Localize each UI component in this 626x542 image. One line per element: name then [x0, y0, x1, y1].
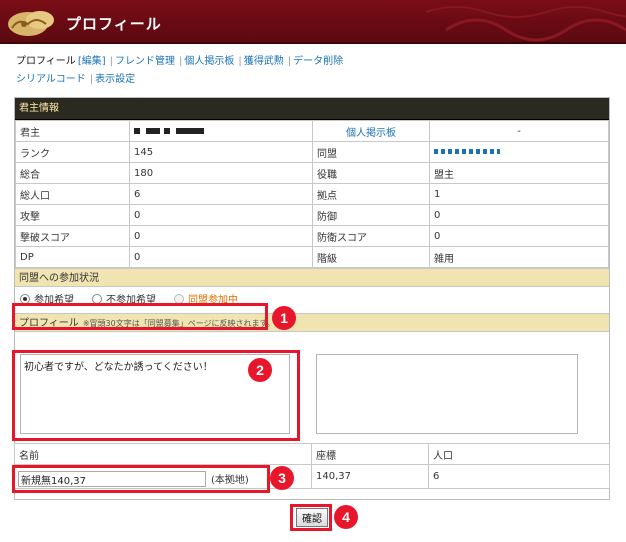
- base-pop-header: 人口: [428, 443, 610, 465]
- stat-label: DP: [15, 246, 130, 268]
- table-row: ランク 145 同盟: [15, 141, 609, 163]
- lord-info-table: 君主 個人掲示板 - ランク 145 同盟 総合 180 役職 盟主 総人口 6…: [15, 120, 609, 268]
- lord-label: 君主: [15, 120, 130, 142]
- stat-label: 同盟: [312, 141, 430, 163]
- board-value: -: [429, 120, 609, 142]
- tab-board[interactable]: 個人掲示板: [184, 56, 234, 67]
- stat-value: 0: [129, 204, 313, 226]
- annotation-box-3: [12, 465, 270, 493]
- tab-separator: |: [238, 56, 242, 67]
- alliance-status-header: 同盟への参加状況: [15, 268, 609, 287]
- stat-label: 総合: [15, 162, 130, 184]
- tab-edit[interactable]: [編集]: [78, 56, 106, 67]
- redacted-alliance: [434, 149, 500, 154]
- stat-label: ランク: [15, 141, 130, 163]
- radio-no-join-wish[interactable]: [92, 293, 102, 304]
- annotation-badge-4: 4: [334, 505, 358, 529]
- tab-serial[interactable]: シリアルコード: [16, 74, 86, 85]
- stat-value: 盟主: [429, 162, 609, 184]
- base-coord-value: 140,37: [311, 464, 429, 489]
- stat-label: 防衛スコア: [312, 225, 430, 247]
- cloud-crest-icon: [8, 11, 54, 36]
- table-row: DP 0 階級 雑用: [15, 246, 609, 268]
- tab-profile: プロフィール: [16, 56, 76, 67]
- tab-display[interactable]: 表示設定: [95, 74, 135, 85]
- tab-separator: |: [89, 74, 94, 85]
- tab-friend[interactable]: フレンド管理: [115, 56, 175, 67]
- profile-tabs: プロフィール [編集] | フレンド管理 | 個人掲示板 | 獲得武勲 | データ削除 シリアルコ…: [16, 53, 416, 89]
- tab-separator: |: [287, 56, 292, 67]
- stat-value: 1: [429, 183, 609, 205]
- page-title: プロフィール: [66, 15, 162, 33]
- header-decoration-icon: [426, 6, 626, 42]
- board-link-cell: 個人掲示板: [312, 120, 430, 142]
- table-row: 攻撃 0 防御 0: [15, 204, 609, 226]
- tab-separator: |: [179, 56, 183, 67]
- table-row: 総合 180 役職 盟主: [15, 162, 609, 184]
- stat-label: 役職: [312, 162, 430, 184]
- base-name-header: 名前: [14, 443, 312, 465]
- base-pop-value: 6: [428, 464, 610, 489]
- stat-label: 総人口: [15, 183, 130, 205]
- redacted-name: [134, 127, 204, 134]
- stat-value: 6: [129, 183, 313, 205]
- alliance-name-link[interactable]: [429, 141, 609, 163]
- stat-value: 0: [129, 225, 313, 247]
- stat-label: 防御: [312, 204, 430, 226]
- table-row: 君主 個人掲示板 -: [15, 120, 609, 142]
- radio-join-wish[interactable]: [20, 293, 30, 304]
- board-link[interactable]: 個人掲示板: [346, 128, 396, 139]
- table-row: 撃破スコア 0 防衛スコア 0: [15, 225, 609, 247]
- profile-textarea-right[interactable]: [316, 354, 578, 434]
- radio-in-alliance: [174, 293, 184, 304]
- stat-value: 180: [129, 162, 313, 184]
- annotation-badge-3: 3: [270, 466, 294, 490]
- stat-label: 攻撃: [15, 204, 130, 226]
- annotation-badge-2: 2: [248, 358, 272, 382]
- stat-value: 0: [129, 246, 313, 268]
- table-row: 名前 座標 人口: [14, 443, 610, 465]
- annotation-box-4: [290, 504, 332, 531]
- annotation-box-1: [12, 303, 268, 330]
- annotation-badge-1: 1: [272, 306, 296, 330]
- lord-info-header: 君主情報: [15, 98, 609, 120]
- page-header: プロフィール: [0, 0, 626, 44]
- lord-name-value: [129, 120, 313, 142]
- tab-separator: |: [109, 56, 113, 67]
- stat-value: 0: [429, 204, 609, 226]
- stat-label: 拠点: [312, 183, 430, 205]
- tab-delete[interactable]: データ削除: [293, 56, 343, 67]
- tab-medals[interactable]: 獲得武勲: [244, 56, 284, 67]
- stat-value: 145: [129, 141, 313, 163]
- stat-label: 撃破スコア: [15, 225, 130, 247]
- table-row: 総人口 6 拠点 1: [15, 183, 609, 205]
- stat-value: 雑用: [429, 246, 609, 268]
- stat-label: 階級: [312, 246, 430, 268]
- stat-value: 0: [429, 225, 609, 247]
- base-coord-header: 座標: [311, 443, 429, 465]
